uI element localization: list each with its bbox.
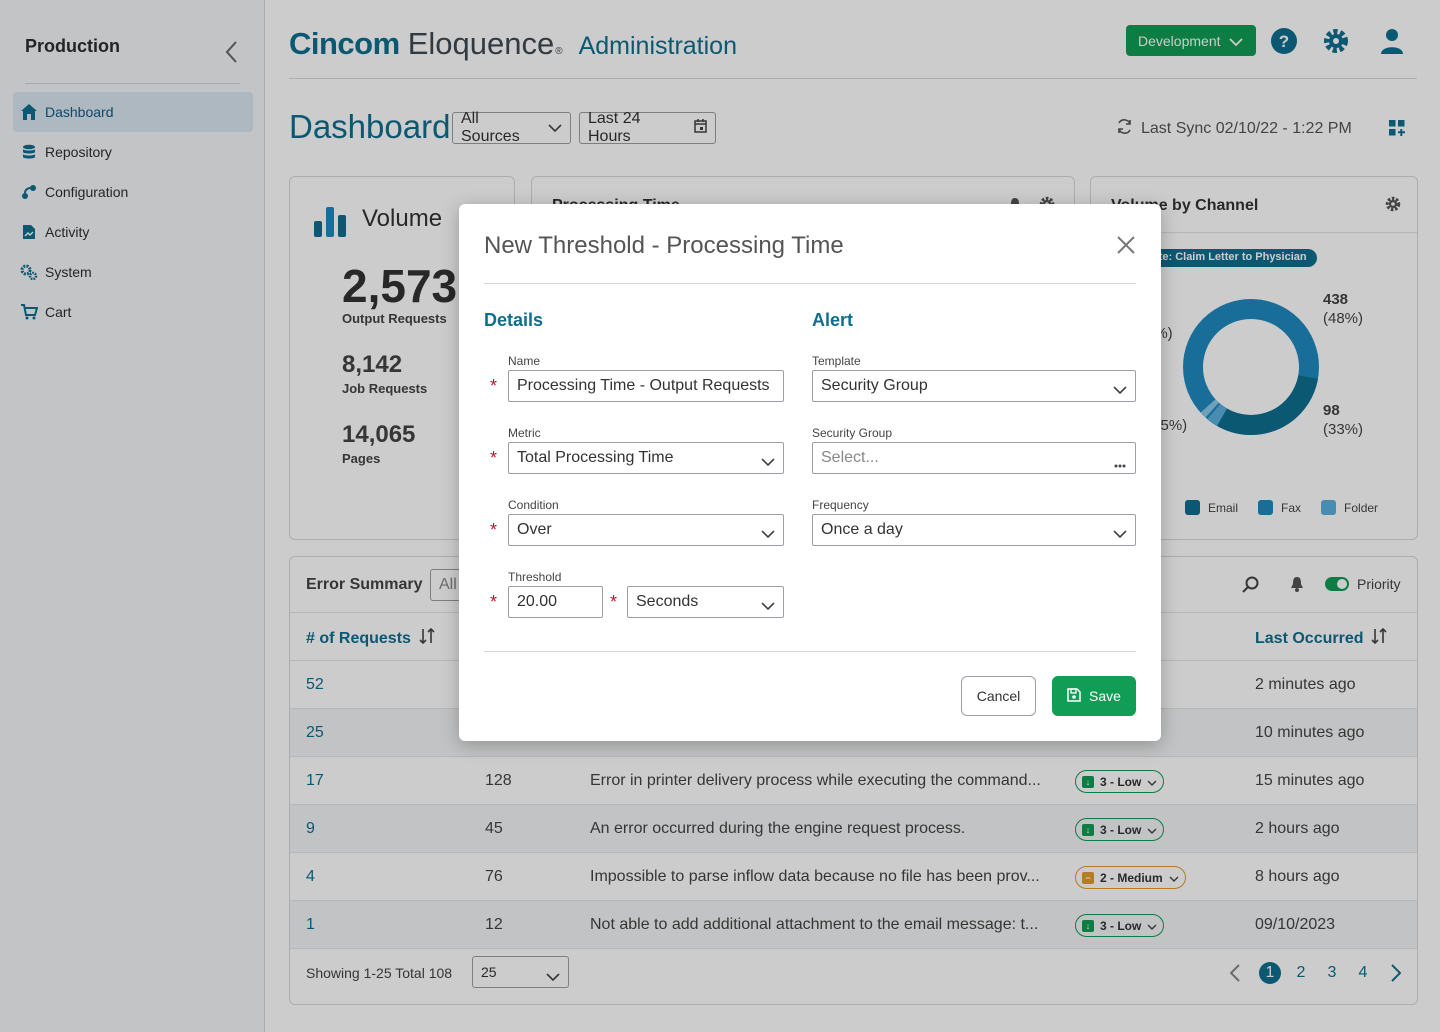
required-marker: * bbox=[610, 592, 618, 612]
required-marker: * bbox=[490, 448, 498, 468]
modal-divider bbox=[484, 283, 1136, 284]
details-heading: Details bbox=[484, 310, 544, 330]
metric-label: Metric bbox=[508, 426, 541, 440]
template-select[interactable]: Security Group bbox=[812, 370, 1136, 402]
name-label: Name bbox=[508, 354, 541, 368]
alert-heading: Alert bbox=[812, 310, 854, 330]
close-icon[interactable] bbox=[1117, 236, 1135, 254]
name-input[interactable]: Processing Time - Output Requests bbox=[508, 370, 784, 402]
security-group-label: Security Group bbox=[812, 426, 893, 440]
save-label: Save bbox=[1089, 688, 1121, 704]
chevron-down-icon bbox=[761, 525, 775, 543]
threshold-label: Threshold bbox=[508, 570, 562, 584]
security-group-input[interactable]: Select... bbox=[812, 442, 1136, 474]
metric-value: Total Processing Time bbox=[517, 449, 674, 466]
template-value: Security Group bbox=[821, 377, 928, 394]
template-label: Template bbox=[812, 354, 861, 368]
required-marker: * bbox=[490, 592, 498, 612]
frequency-label: Frequency bbox=[812, 498, 869, 512]
metric-select[interactable]: Total Processing Time bbox=[508, 442, 784, 474]
security-group-placeholder: Select... bbox=[821, 449, 879, 466]
more-options-icon[interactable] bbox=[1114, 455, 1126, 473]
condition-value: Over bbox=[517, 521, 552, 538]
modal-footer-divider bbox=[484, 651, 1136, 652]
unit-value: Seconds bbox=[636, 593, 699, 610]
condition-select[interactable]: Over bbox=[508, 514, 784, 546]
frequency-select[interactable]: Once a day bbox=[812, 514, 1136, 546]
chevron-down-icon bbox=[1113, 525, 1127, 543]
chevron-down-icon bbox=[761, 453, 775, 471]
threshold-input[interactable]: 20.00 bbox=[508, 586, 603, 618]
save-icon bbox=[1067, 687, 1081, 705]
required-marker: * bbox=[490, 520, 498, 540]
chevron-down-icon bbox=[761, 597, 775, 615]
frequency-value: Once a day bbox=[821, 521, 903, 538]
new-threshold-modal: New Threshold - Processing Time Details … bbox=[459, 204, 1161, 741]
condition-label: Condition bbox=[508, 498, 559, 512]
cancel-button[interactable]: Cancel bbox=[961, 676, 1036, 716]
chevron-down-icon bbox=[1113, 381, 1127, 399]
save-button[interactable]: Save bbox=[1052, 676, 1136, 716]
required-marker: * bbox=[490, 376, 498, 396]
unit-select[interactable]: Seconds bbox=[627, 586, 784, 618]
modal-title: New Threshold - Processing Time bbox=[484, 232, 844, 259]
